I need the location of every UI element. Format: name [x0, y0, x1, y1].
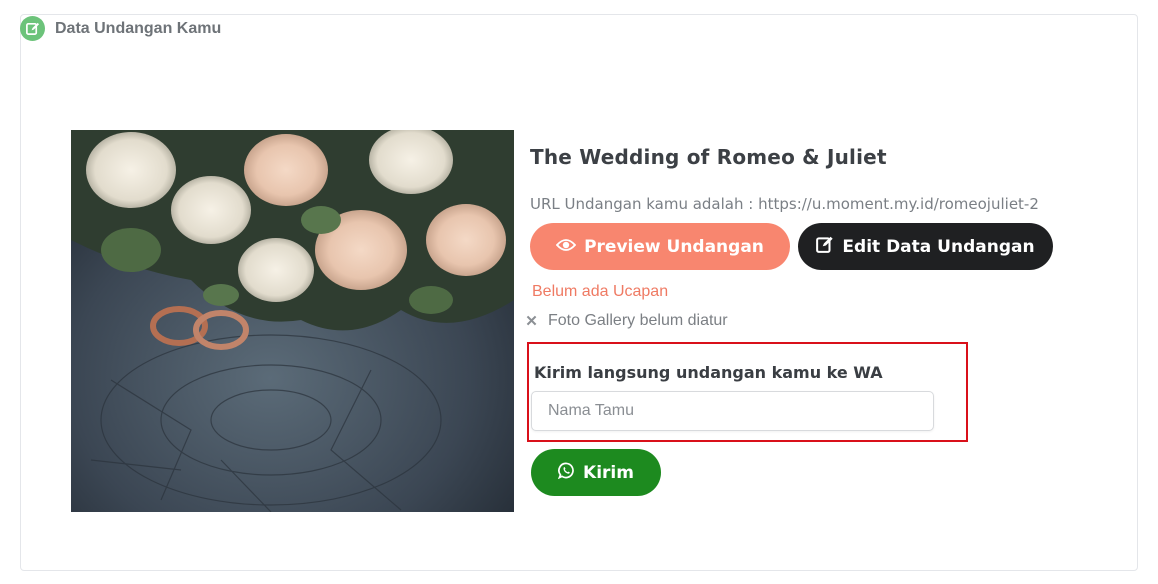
gallery-status: ✕ Foto Gallery belum diatur: [525, 312, 728, 330]
edit-icon: [816, 235, 834, 258]
gallery-status-text: Foto Gallery belum diatur: [548, 312, 728, 329]
invitation-url: URL Undangan kamu adalah : https://u.mom…: [530, 195, 1039, 213]
eye-icon: [555, 237, 577, 257]
wedding-photo: [71, 130, 514, 512]
send-button-label: Kirim: [583, 462, 634, 483]
card-header: Data Undangan Kamu: [20, 16, 221, 41]
card-title: Data Undangan Kamu: [55, 19, 222, 37]
edit-button-label: Edit Data Undangan: [842, 236, 1035, 257]
close-icon: ✕: [525, 313, 538, 330]
whatsapp-icon: [557, 462, 575, 484]
edit-icon: [20, 16, 45, 41]
wedding-title: The Wedding of Romeo & Juliet: [530, 145, 887, 169]
ucapan-status: Belum ada Ucapan: [532, 283, 669, 300]
wa-send-label: Kirim langsung undangan kamu ke WA: [534, 363, 883, 382]
preview-button[interactable]: Preview Undangan: [530, 223, 790, 270]
send-button[interactable]: Kirim: [531, 449, 661, 496]
guest-name-input[interactable]: [531, 391, 934, 431]
edit-data-button[interactable]: Edit Data Undangan: [798, 223, 1053, 270]
preview-button-label: Preview Undangan: [584, 236, 764, 257]
